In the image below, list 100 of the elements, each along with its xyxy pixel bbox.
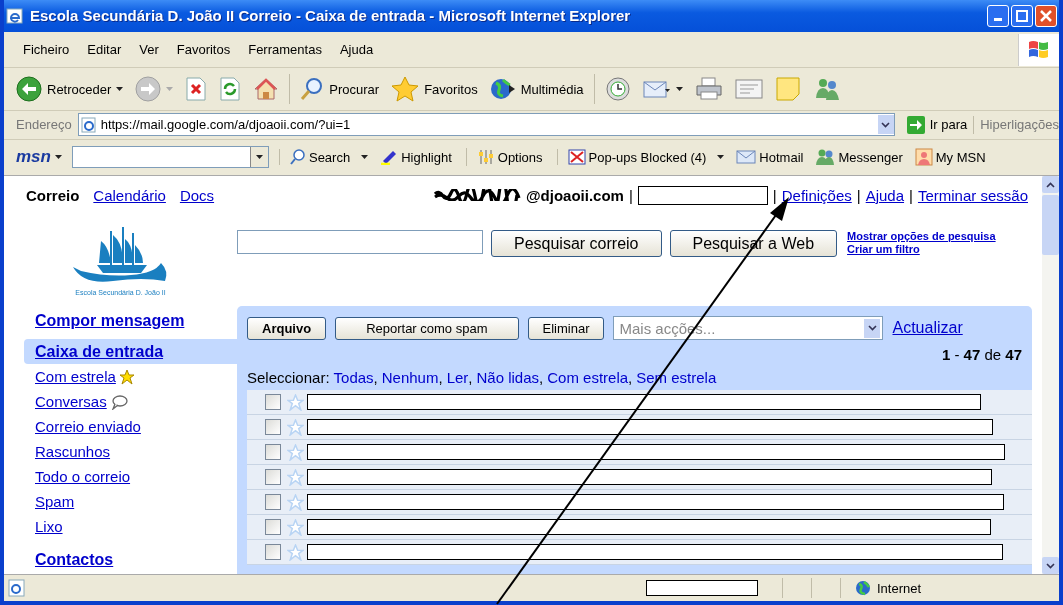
folder-item[interactable]: Caixa de entrada: [24, 339, 237, 365]
page-icon: [8, 579, 26, 598]
folder-item[interactable]: Com estrela: [24, 364, 237, 390]
document-edit-icon: [734, 77, 763, 102]
message-row[interactable]: [247, 515, 1032, 541]
action-button[interactable]: Arquivo: [247, 316, 327, 340]
account-link[interactable]: Definições: [781, 186, 852, 204]
close-button[interactable]: [1035, 4, 1057, 27]
highlighter-icon: [380, 149, 399, 166]
action-button[interactable]: Reportar como spam: [335, 316, 519, 340]
separator-text: |: [628, 186, 633, 204]
toolbar-button[interactable]: My MSN: [910, 148, 990, 167]
star-icon[interactable]: [287, 518, 304, 536]
nav-link[interactable]: Correio: [26, 186, 80, 204]
scroll-up-button[interactable]: [1042, 176, 1059, 194]
search-option-link[interactable]: Mostrar opções de pesquisa: [847, 230, 996, 243]
toolbar-button[interactable]: Options: [465, 148, 547, 167]
toolbar-button[interactable]: Favoritos: [387, 74, 482, 105]
search-option-link[interactable]: Criar um filtro: [847, 243, 996, 256]
stop-icon: [185, 77, 208, 102]
folder-item[interactable]: Spam: [24, 489, 237, 515]
toolbar-button[interactable]: Multimédia: [485, 75, 588, 104]
caret-icon: [361, 155, 369, 160]
menu-item[interactable]: Favoritos: [167, 42, 240, 57]
folder-item[interactable]: Conversas: [24, 389, 237, 415]
page-icon: [80, 116, 97, 133]
select-option-link[interactable]: Nenhum: [381, 368, 439, 386]
select-option-link[interactable]: Ler: [446, 368, 469, 386]
message-row[interactable]: [247, 390, 1032, 416]
star-icon[interactable]: [287, 468, 304, 486]
separator-text: |: [772, 186, 777, 204]
history-clock-icon: [604, 76, 631, 103]
star-icon[interactable]: [287, 418, 304, 436]
go-button[interactable]: Ir para: [900, 115, 975, 134]
checkbox[interactable]: [265, 519, 281, 536]
account-link[interactable]: Ajuda: [865, 186, 905, 204]
select-option-link[interactable]: Todas: [333, 368, 374, 386]
checkbox[interactable]: [265, 494, 281, 511]
search-icon: [300, 77, 325, 102]
toolbar-button[interactable]: Procurar: [296, 75, 384, 104]
blocked-window-icon: [567, 149, 586, 166]
message-row[interactable]: [247, 490, 1032, 516]
globe-icon: [489, 77, 516, 102]
action-button[interactable]: Eliminar: [527, 316, 605, 340]
nav-link[interactable]: Docs: [179, 186, 215, 204]
checkbox[interactable]: [265, 419, 281, 436]
folder-item[interactable]: Rascunhos: [24, 439, 237, 465]
toolbar-button[interactable]: Retroceder: [12, 74, 128, 105]
toolbar-button[interactable]: Highlight: [376, 149, 456, 166]
message-row[interactable]: [247, 540, 1032, 566]
windows-logo-icon: [1018, 33, 1059, 66]
maximize-button[interactable]: [1011, 4, 1033, 27]
caret-icon: [255, 155, 263, 160]
folder-item[interactable]: Todo o correio: [24, 464, 237, 490]
note-icon: [774, 76, 801, 103]
contacts-link[interactable]: Contactos: [35, 551, 114, 570]
msn-logo[interactable]: msn: [16, 147, 51, 168]
scrollbar[interactable]: [1042, 176, 1059, 575]
scroll-thumb[interactable]: [1042, 195, 1059, 256]
menu-item[interactable]: Ajuda: [330, 42, 383, 57]
links-label[interactable]: Hiperligações: [980, 117, 1059, 133]
star-icon[interactable]: [287, 393, 304, 411]
message-row[interactable]: [247, 440, 1032, 466]
nav-link[interactable]: Calendário: [93, 186, 166, 204]
person-icon: [914, 148, 933, 167]
caret-icon: [166, 87, 174, 92]
folder-item[interactable]: Lixo: [24, 514, 237, 540]
minimize-button[interactable]: [987, 4, 1009, 27]
search-field[interactable]: [237, 230, 483, 255]
browser-logo-icon: [6, 6, 24, 25]
folder-item[interactable]: Correio enviado: [24, 414, 237, 440]
address-field[interactable]: https://mail.google.com/a/djoaoii.com/?ui=1: [77, 113, 895, 137]
toolbar-button[interactable]: Search: [278, 149, 373, 166]
toolbar-button[interactable]: Hotmail: [732, 149, 808, 165]
message-row[interactable]: [247, 465, 1032, 491]
checkbox[interactable]: [265, 394, 281, 411]
dropdown-button[interactable]: [249, 147, 268, 168]
star-icon[interactable]: [287, 443, 304, 461]
account-link[interactable]: Terminar sessão: [917, 186, 1028, 204]
window-title: Escola Secundária D. João II Correio - Caixa de entrada - Microsoft Internet Explorer: [30, 7, 632, 25]
search-icon: [289, 149, 306, 166]
menu-item[interactable]: Editar: [78, 42, 131, 57]
query-button[interactable]: Pesquisar correio: [491, 230, 662, 258]
menu-item[interactable]: Ferramentas: [239, 42, 331, 57]
checkbox[interactable]: [265, 444, 281, 461]
menu-item[interactable]: Ver: [130, 42, 168, 57]
checkbox[interactable]: [265, 544, 281, 561]
star-icon[interactable]: [287, 493, 304, 511]
refresh-link[interactable]: Actualizar: [892, 319, 963, 338]
search-field[interactable]: [71, 146, 269, 169]
toolbar-button[interactable]: Messenger: [811, 148, 907, 167]
message-row[interactable]: [247, 415, 1032, 441]
scroll-down-button[interactable]: [1042, 557, 1059, 575]
menu-item[interactable]: Ficheiro: [14, 42, 79, 57]
dropdown-button[interactable]: [877, 115, 894, 135]
checkbox[interactable]: [265, 469, 281, 486]
compose-link[interactable]: Compor mensagem: [35, 312, 185, 331]
star-icon[interactable]: [287, 543, 304, 561]
chevron-up-icon: [1046, 181, 1055, 188]
toolbar-button[interactable]: Pop-ups Blocked (4): [556, 149, 729, 166]
